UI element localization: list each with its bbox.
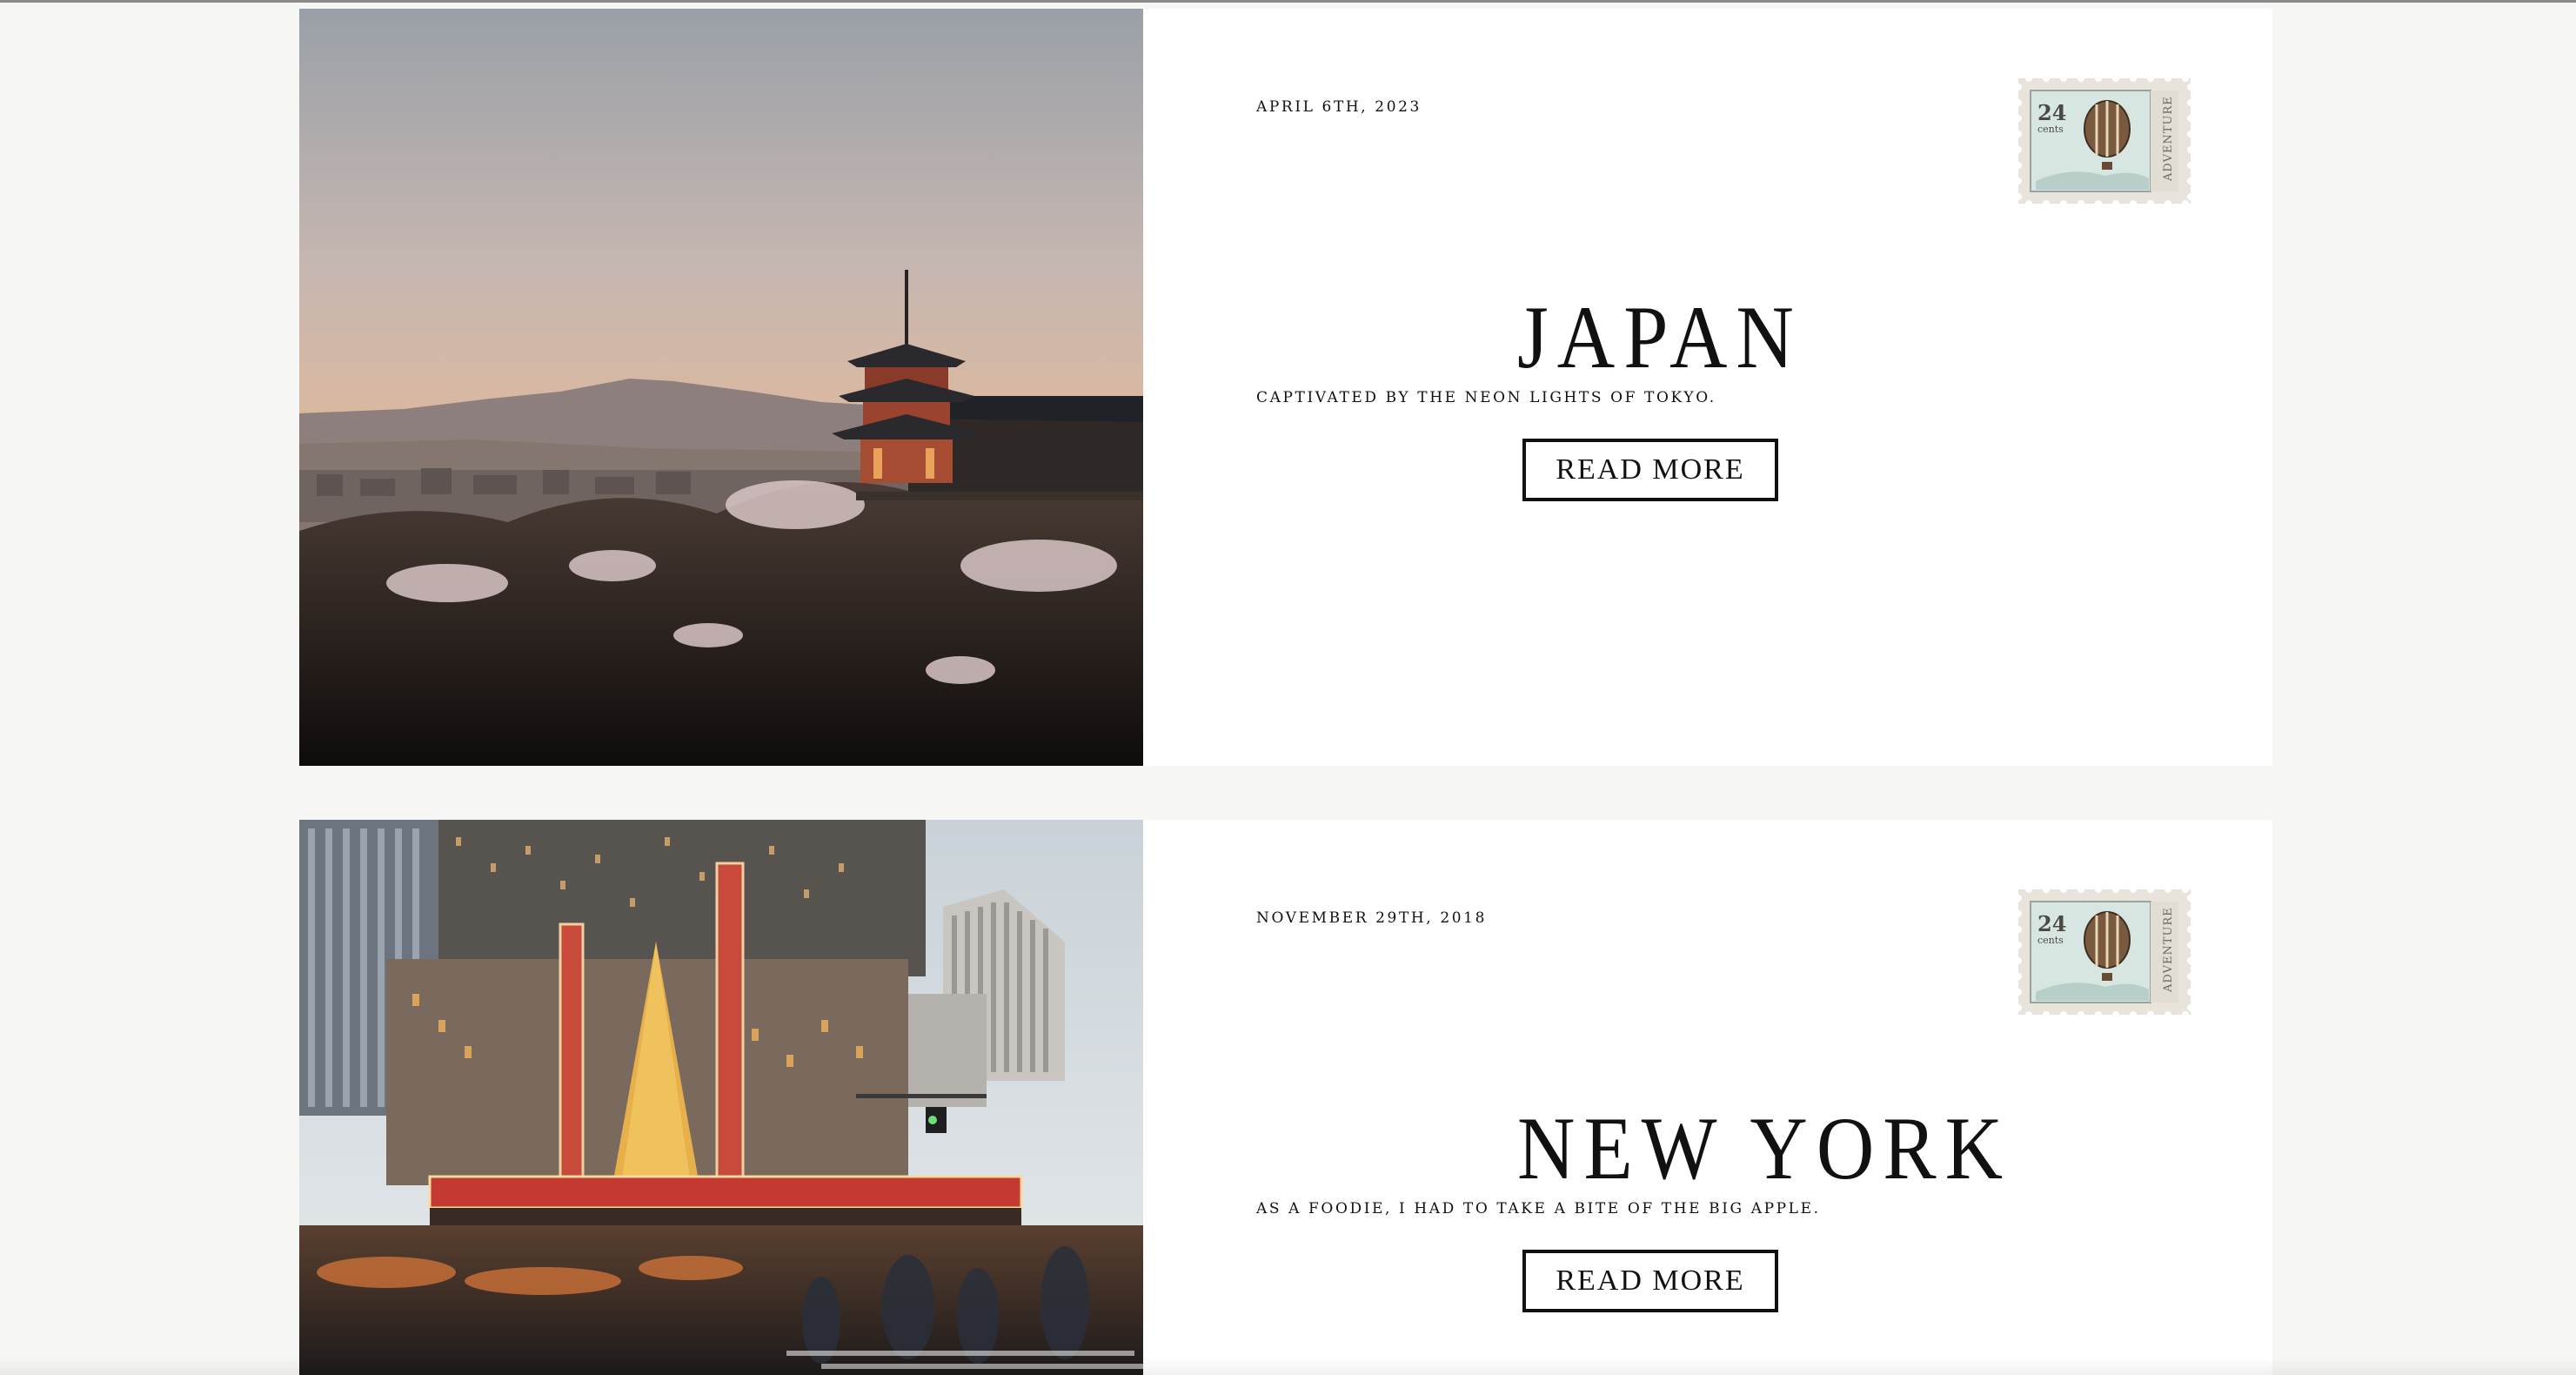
svg-text:24: 24 [2037,100,2066,125]
pagoda-sunset-photo [299,9,1143,766]
svg-text:cents: cents [2037,124,2064,135]
read-more-button[interactable]: READ MORE [1522,439,1778,501]
post-card-new-york: November 29th, 2018 24 cents ADVENTURE N… [299,820,2272,1375]
post-title: NEW YORK [1517,1098,2012,1198]
svg-text:ADVENTURE: ADVENTURE [2162,907,2175,993]
read-more-button[interactable]: READ MORE [1522,1250,1778,1312]
post-date: April 6th, 2023 [1256,98,1422,116]
post-excerpt: Captivated by the neon lights of Tokyo. [1256,389,1716,406]
post-date: November 29th, 2018 [1256,909,1487,927]
svg-text:ADVENTURE: ADVENTURE [2162,96,2175,182]
post-card-japan: April 6th, 2023 24 cents ADVENTURE JAPAN… [299,9,2272,766]
postage-stamp-icon: 24 cents ADVENTURE [2015,75,2194,207]
radio-city-photo [299,820,1143,1375]
bottom-shadow [0,1358,2576,1375]
post-image-new-york[interactable] [299,820,1143,1375]
postage-stamp-icon: 24 cents ADVENTURE [2015,886,2194,1018]
svg-text:24: 24 [2037,911,2066,936]
post-excerpt: As a foodie, I had to take a bite of the… [1256,1200,1821,1217]
post-image-japan[interactable] [299,9,1143,766]
post-title: JAPAN [1517,287,1803,387]
svg-text:cents: cents [2037,935,2064,946]
top-border [0,0,2576,3]
